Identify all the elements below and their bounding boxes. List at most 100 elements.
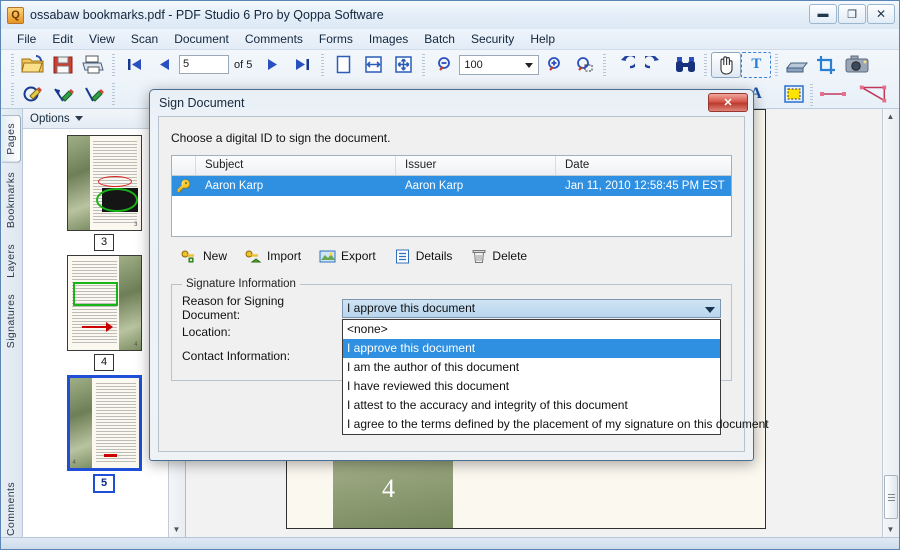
details-button[interactable]: Details [394,248,452,264]
previous-page-button[interactable] [149,52,179,78]
zoom-level-combo[interactable]: 100 [459,54,540,75]
toolbar-separator [112,53,115,76]
table-row[interactable]: 🔑 Aaron Karp Aaron Karp Jan 11, 2010 12:… [172,176,731,196]
measure-perimeter-icon[interactable] [859,81,889,107]
dropdown-option-none[interactable]: <none> [343,320,720,339]
window-controls: ▬ ❐ ✕ [808,4,895,24]
dropdown-option-agree[interactable]: I agree to the terms defined by the plac… [343,415,769,434]
delete-button[interactable]: Delete [470,248,527,264]
red-highlight-annotation [103,454,117,457]
menu-help[interactable]: Help [522,30,563,48]
scroll-down-arrow-icon[interactable]: ▼ [883,522,898,537]
zoom-out-icon[interactable] [429,52,459,78]
key-import-icon [245,248,262,264]
print-icon[interactable] [78,52,108,78]
reason-selected-value: I approve this document [347,300,476,315]
red-arrow-annotation [81,322,113,332]
cell-issuer: Aaron Karp [405,180,464,192]
dropdown-option-author[interactable]: I am the author of this document [343,358,720,377]
rotate-left-icon[interactable] [610,52,640,78]
sidebar-tab-comments[interactable]: Comments [2,475,20,543]
dropdown-option-reviewed[interactable]: I have reviewed this document [343,377,720,396]
save-icon[interactable] [48,52,78,78]
text-select-tool-button[interactable]: T [741,51,772,78]
menu-forms[interactable]: Forms [311,30,361,48]
export-id-button[interactable]: Export [319,248,376,264]
new-id-button[interactable]: New [181,248,227,264]
menu-comments[interactable]: Comments [237,30,311,48]
location-label: Location: [182,325,231,339]
dialog-close-button[interactable]: ✕ [708,93,748,112]
reason-row: Reason for Signing Document: I approve t… [182,294,769,435]
page-thumbnail-4[interactable]: 4 [66,255,142,351]
sidebar-tab-pages[interactable]: Pages [2,115,21,163]
page-number-overlay: 4 [382,474,395,503]
sidebar-tab-signatures[interactable]: Signatures [2,287,20,355]
menu-view[interactable]: View [81,30,123,48]
menu-security[interactable]: Security [463,30,522,48]
menu-batch[interactable]: Batch [416,30,463,48]
fit-width-button[interactable] [358,52,388,78]
import-id-button[interactable]: Import [245,248,301,264]
sidebar-tab-layers[interactable]: Layers [2,237,20,285]
column-header-date[interactable]: Date [556,156,731,175]
menu-document[interactable]: Document [166,30,237,48]
dialog-title: Sign Document [159,96,245,110]
thumbnail-number-label: 5 [92,474,116,493]
first-page-button[interactable] [119,52,149,78]
digital-id-table[interactable]: Subject Issuer Date 🔑 Aaron Karp Aaron K… [171,155,732,237]
thumbnail-inner-page-number: 3 [134,222,138,228]
thumbnail-inner-page-number: 4 [72,460,76,466]
scrollbar-thumb[interactable] [884,475,898,519]
menu-bar: File Edit View Scan Document Comments Fo… [1,29,899,50]
reason-dropdown-list[interactable]: <none> I approve this document I am the … [342,318,769,435]
page-thumbnail-3[interactable]: 3 [66,135,142,231]
maximize-button[interactable]: ❐ [838,4,866,24]
export-id-label: Export [341,249,376,263]
scroll-down-arrow-icon[interactable]: ▼ [169,522,184,537]
scanner-icon[interactable] [782,52,812,78]
next-page-button[interactable] [257,52,287,78]
menu-images[interactable]: Images [361,30,416,48]
thumbnail-item[interactable]: 4 5 [66,375,142,493]
hand-tool-button[interactable] [711,51,742,78]
zoom-selection-icon[interactable] [569,52,599,78]
reason-combobox[interactable]: I approve this document [342,298,721,318]
toolbar-separator [603,53,607,76]
crop-icon[interactable] [812,52,842,78]
column-header-subject[interactable]: Subject [196,156,396,175]
page-thumbnail-5[interactable]: 4 [66,375,142,471]
page-number-input[interactable]: 5 [179,55,229,74]
single-page-view-button[interactable] [328,52,358,78]
zoom-in-icon[interactable] [539,52,569,78]
arrow-annotation-icon[interactable] [48,81,78,107]
scrollbar-grip [887,493,895,501]
line-annotation-icon[interactable] [78,81,108,107]
binoculars-icon[interactable] [670,52,700,78]
fit-page-button[interactable] [388,52,418,78]
minimize-button[interactable]: ▬ [809,4,837,24]
thumbnail-number-label: 4 [93,354,115,371]
cell-date: Jan 11, 2010 12:58:45 PM EST [565,180,725,192]
ellipse-annotation-icon[interactable] [18,81,48,107]
last-page-button[interactable] [287,52,317,78]
thumbnail-item[interactable]: 3 3 [66,135,142,251]
measure-distance-icon[interactable] [819,81,849,107]
thumbnail-item[interactable]: 4 4 [66,255,142,371]
menu-edit[interactable]: Edit [44,30,81,48]
open-folder-icon[interactable] [18,52,48,78]
menu-file[interactable]: File [9,30,44,48]
highlight-icon[interactable] [779,81,809,107]
dropdown-option-attest[interactable]: I attest to the accuracy and integrity o… [343,396,720,415]
dropdown-option-approve[interactable]: I approve this document [343,338,720,358]
rotate-right-icon[interactable] [640,52,670,78]
sidebar-tab-bookmarks[interactable]: Bookmarks [2,165,20,235]
camera-icon[interactable] [842,52,872,78]
close-window-button[interactable]: ✕ [867,4,895,24]
menu-scan[interactable]: Scan [123,30,166,48]
document-scrollbar[interactable]: ▲ ▼ [882,109,899,537]
toolbar-separator [321,53,325,76]
column-header-issuer[interactable]: Issuer [396,156,556,175]
toolbar-separator [11,82,14,105]
scroll-up-arrow-icon[interactable]: ▲ [883,109,898,124]
